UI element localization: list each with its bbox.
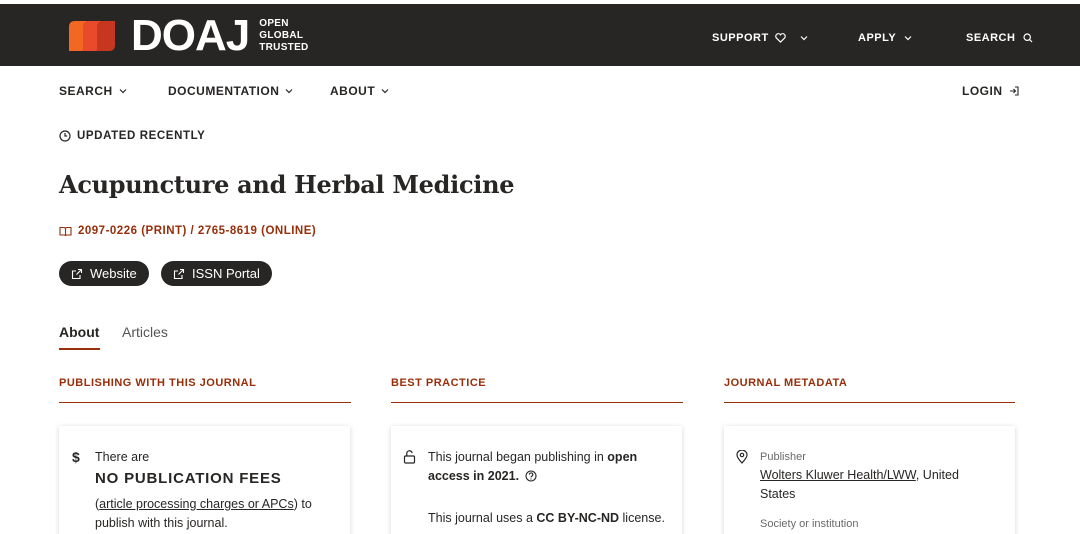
clock-icon — [59, 130, 71, 142]
chevron-down-icon — [285, 89, 293, 94]
updated-status: UPDATED RECENTLY — [59, 130, 205, 142]
dollar-icon: $ — [72, 449, 80, 465]
search-icon — [1023, 33, 1033, 43]
nav-search-label: SEARCH — [966, 32, 1016, 44]
chevron-down-icon — [119, 89, 127, 94]
fees-apc-line: (article processing charges or APCs) to — [95, 497, 312, 511]
card-best-practice: This journal began publishing in open ac… — [391, 426, 682, 534]
apc-link[interactable]: article processing charges or APCs — [99, 497, 294, 511]
nav-search[interactable]: SEARCH — [966, 32, 1033, 44]
website-button-label: Website — [90, 266, 137, 281]
issn-portal-button[interactable]: ISSN Portal — [161, 261, 272, 286]
card-publication-fees: $ There are NO PUBLICATION FEES (article… — [59, 426, 350, 534]
practice-line2: access in 2021. — [428, 467, 537, 486]
heart-icon — [774, 33, 786, 43]
chevron-down-icon — [800, 36, 808, 41]
issn-portal-button-label: ISSN Portal — [192, 266, 260, 281]
publisher-country: , United — [915, 468, 959, 482]
top-header: DOAJ OPEN GLOBAL TRUSTED SUPPORT APPLY S… — [0, 4, 1080, 66]
nav-support-label: SUPPORT — [712, 32, 769, 44]
subnav-about[interactable]: ABOUT — [330, 84, 389, 98]
logo-tag-open: OPEN — [259, 18, 289, 29]
heading-divider — [724, 402, 1015, 403]
active-tab-indicator — [59, 348, 100, 350]
practice-line2-text: access in 2021. — [428, 469, 520, 483]
external-link-icon — [173, 268, 185, 279]
journal-title: Acupuncture and Herbal Medicine — [59, 170, 515, 199]
logo-tag-global: GLOBAL — [259, 30, 304, 41]
nav-support[interactable]: SUPPORT — [712, 32, 808, 44]
subnav-documentation[interactable]: DOCUMENTATION — [168, 84, 293, 98]
practice-line1-bold: open — [607, 450, 638, 464]
society-label: Society or institution — [760, 518, 859, 530]
subnav-documentation-label: DOCUMENTATION — [168, 84, 280, 98]
fees-intro: There are — [95, 450, 150, 464]
nav-apply[interactable]: APPLY — [858, 32, 912, 44]
external-link-icon — [71, 268, 83, 279]
logo-tag-trusted: TRUSTED — [259, 42, 309, 53]
heading-journal-metadata: JOURNAL METADATA — [724, 377, 848, 389]
issn-text: 2097-0226 (PRINT) / 2765-8619 (ONLINE) — [78, 225, 317, 237]
practice-license: This journal uses a CC BY-NC-ND license. — [428, 509, 665, 528]
practice-line1-text: This journal began publishing in — [428, 450, 604, 464]
unlock-icon — [403, 450, 416, 464]
tab-about[interactable]: About — [59, 324, 99, 340]
practice-line1: This journal began publishing in open — [428, 448, 637, 467]
publisher-country-line2: States — [760, 487, 796, 501]
doaj-logo[interactable]: DOAJ OPEN GLOBAL TRUSTED — [69, 11, 309, 60]
issn-line: 2097-0226 (PRINT) / 2765-8619 (ONLINE) — [59, 225, 316, 237]
website-button[interactable]: Website — [59, 261, 149, 286]
tab-articles[interactable]: Articles — [122, 324, 168, 340]
logo-tagline: OPEN GLOBAL TRUSTED — [259, 18, 308, 54]
login-label: LOGIN — [962, 84, 1003, 98]
logo-mark-icon — [69, 21, 115, 51]
publisher-line: Wolters Kluwer Health/LWW, United — [760, 466, 959, 485]
logo-wordmark: DOAJ — [131, 11, 250, 60]
heading-divider — [391, 402, 683, 403]
login-icon — [1009, 86, 1019, 96]
chevron-down-icon — [904, 36, 912, 41]
license-prefix: This journal uses a — [428, 511, 533, 525]
license-name: CC BY-NC-ND — [536, 511, 620, 525]
license-suffix: license. — [622, 511, 665, 525]
updated-label: UPDATED RECENTLY — [77, 130, 206, 142]
chevron-down-icon — [381, 89, 389, 94]
heading-divider — [59, 402, 351, 403]
heading-publishing: PUBLISHING WITH THIS JOURNAL — [59, 377, 257, 389]
card-journal-metadata: Publisher Wolters Kluwer Health/LWW, Uni… — [724, 426, 1015, 534]
login-link[interactable]: LOGIN — [962, 84, 1019, 98]
subnav-about-label: ABOUT — [330, 84, 376, 98]
location-pin-icon — [736, 450, 748, 464]
fees-tail: to — [301, 497, 312, 511]
publisher-link[interactable]: Wolters Kluwer Health/LWW — [760, 468, 916, 482]
subnav-search[interactable]: SEARCH — [59, 84, 127, 98]
heading-best-practice: BEST PRACTICE — [391, 377, 487, 389]
help-icon[interactable] — [524, 470, 537, 482]
fees-line3: publish with this journal. — [95, 516, 228, 530]
nav-apply-label: APPLY — [858, 32, 897, 44]
book-icon — [59, 226, 72, 236]
publisher-label: Publisher — [760, 451, 806, 463]
fees-headline: NO PUBLICATION FEES — [95, 470, 282, 487]
subnav-search-label: SEARCH — [59, 84, 113, 98]
